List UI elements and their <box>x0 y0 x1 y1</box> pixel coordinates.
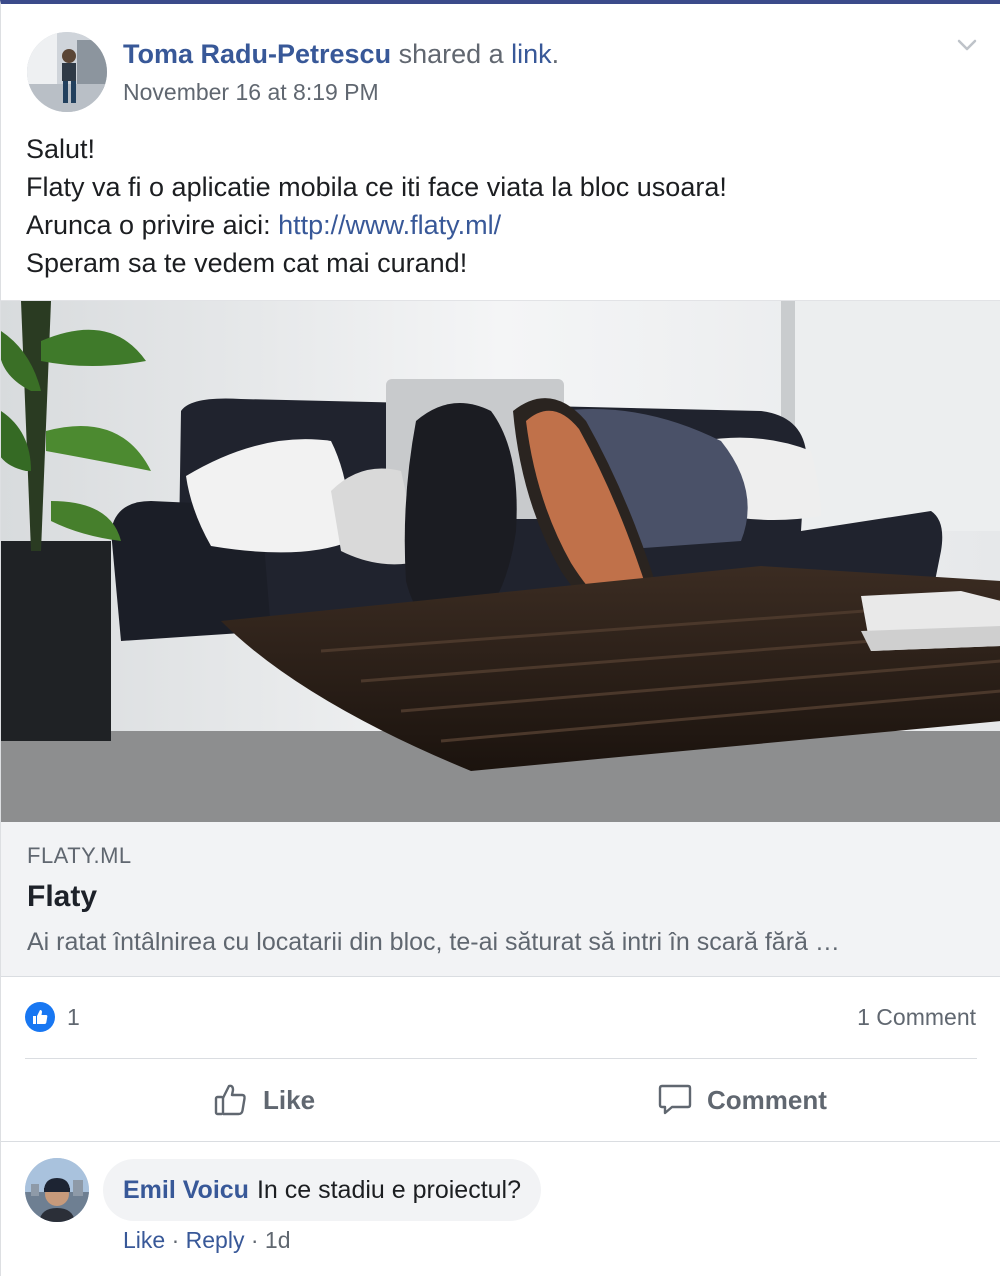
post-message: Salut! Flaty va fi o aplicatie mobila ce… <box>26 130 727 282</box>
comment-bubble-icon <box>658 1084 692 1115</box>
message-text: Arunca o privire aici: <box>26 210 279 240</box>
author-name-link[interactable]: Toma Radu-Petrescu <box>123 39 391 69</box>
comment-text: In ce stadiu e proiectul? <box>256 1175 522 1204</box>
post-timestamp[interactable]: November 16 at 8:19 PM <box>123 76 379 108</box>
message-line: Arunca o privire aici: http://www.flaty.… <box>26 206 727 244</box>
like-button-label: Like <box>263 1084 316 1115</box>
author-avatar[interactable] <box>27 32 107 112</box>
comment-bubble: Emil Voicu In ce stadiu e proiectul? <box>103 1159 542 1221</box>
link-domain: FLATY.ML <box>27 843 132 868</box>
comment-actions: Like · Reply · 1d <box>123 1224 291 1256</box>
commenter-name-link[interactable]: Emil Voicu <box>123 1176 249 1205</box>
commenter-avatar[interactable] <box>25 1158 89 1222</box>
message-line: Salut! <box>26 134 96 164</box>
separator-dot: · <box>244 1227 265 1253</box>
link-title[interactable]: Flaty <box>27 878 97 916</box>
link-description: Ai ratat întâlnirea cu locatarii din blo… <box>27 928 840 956</box>
link-preview-image[interactable] <box>1 300 1000 822</box>
message-line: Flaty va fi o aplicatie mobila ce iti fa… <box>26 172 727 202</box>
reaction-summary[interactable]: 1 <box>25 1000 80 1034</box>
shared-link-word[interactable]: link <box>511 39 552 69</box>
link-preview-card[interactable]: FLATY.ML Flaty Ai ratat întâlnirea cu lo… <box>1 822 1000 977</box>
post-header-line: Toma Radu-Petrescu shared a link. <box>123 36 559 72</box>
comment-button-label: Comment <box>707 1084 827 1115</box>
thumbs-up-icon <box>25 1002 55 1032</box>
comment-button[interactable]: Comment <box>657 1074 827 1126</box>
like-button[interactable]: Like <box>213 1074 315 1126</box>
comment-age[interactable]: 1d <box>265 1227 291 1253</box>
shared-period: . <box>551 39 560 69</box>
like-count: 1 <box>67 1003 80 1030</box>
thumbs-up-outline-icon <box>214 1084 246 1116</box>
divider <box>25 1058 977 1059</box>
chevron-down-icon[interactable] <box>953 34 981 56</box>
message-line: Speram sa te vedem cat mai curand! <box>26 248 468 278</box>
comment-count-link[interactable]: 1 Comment <box>857 1002 976 1032</box>
comment-like-link[interactable]: Like <box>123 1227 165 1253</box>
separator-dot: · <box>165 1227 186 1253</box>
comment-reply-link[interactable]: Reply <box>186 1227 245 1253</box>
post-card: Toma Radu-Petrescu shared a link. Novemb… <box>0 0 1000 1276</box>
shared-text: shared a <box>391 39 512 69</box>
message-url-link[interactable]: http://www.flaty.ml/ <box>278 210 501 240</box>
